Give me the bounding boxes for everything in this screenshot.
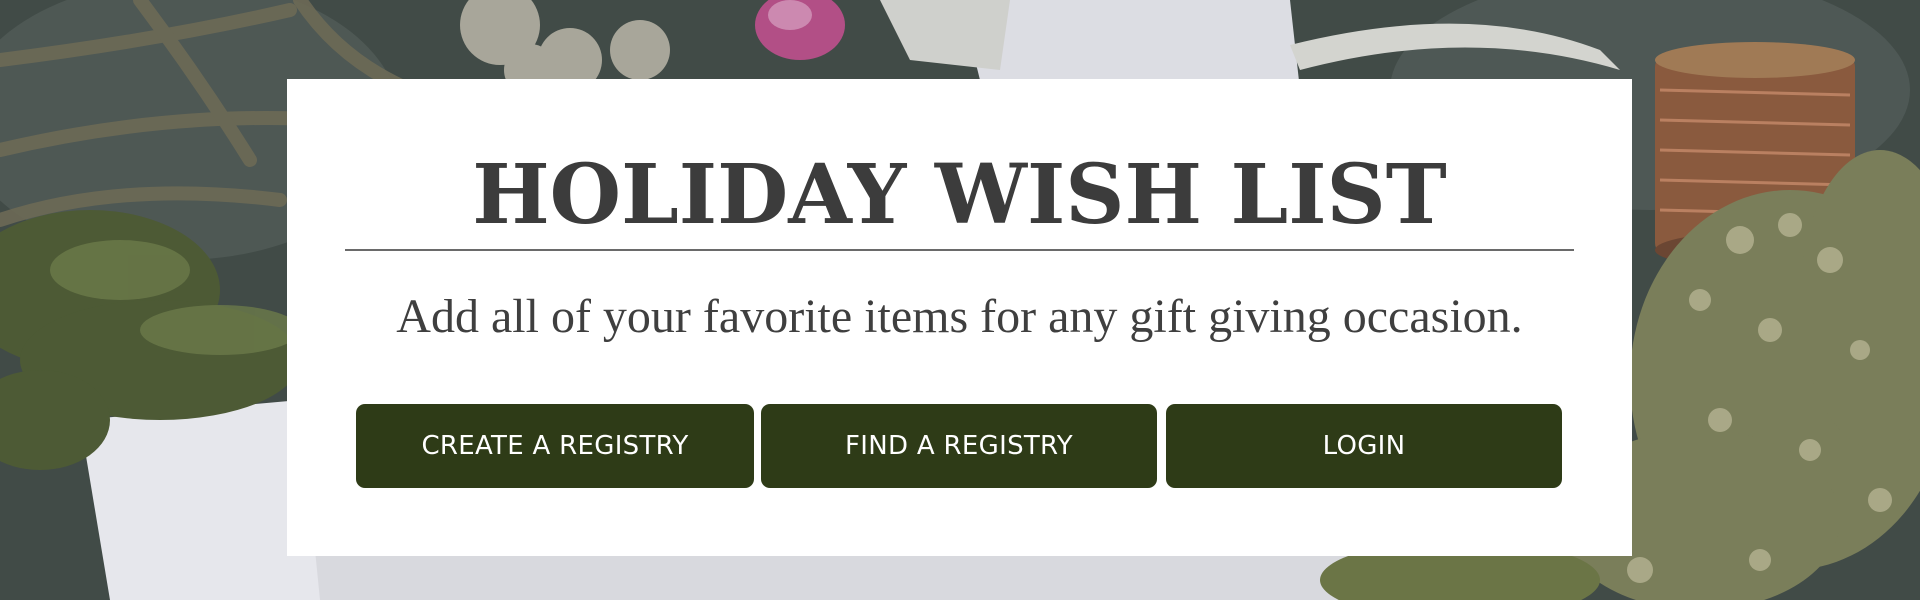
create-registry-button[interactable]: CREATE A REGISTRY (356, 404, 754, 488)
hero-banner: HOLIDAY WISH LIST Add all of your favori… (0, 0, 1920, 600)
page-subtitle: Add all of your favorite items for any g… (396, 290, 1523, 343)
find-registry-button[interactable]: FIND A REGISTRY (761, 404, 1157, 488)
page-title: HOLIDAY WISH LIST (472, 147, 1447, 243)
registry-actions: CREATE A REGISTRY FIND A REGISTRY LOGIN (356, 404, 1563, 488)
wish-list-card: HOLIDAY WISH LIST Add all of your favori… (287, 79, 1632, 556)
login-button[interactable]: LOGIN (1166, 404, 1562, 488)
title-divider (345, 249, 1574, 251)
